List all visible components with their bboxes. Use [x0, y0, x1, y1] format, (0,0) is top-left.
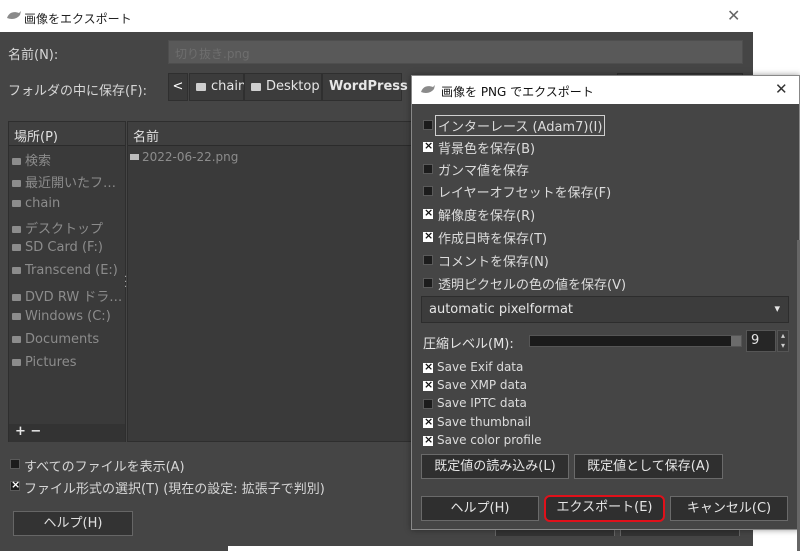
file-list: 名前 2022-06-22.png: [127, 121, 413, 442]
help-button[interactable]: ヘルプ(H): [421, 496, 539, 521]
drive-icon: [12, 267, 21, 274]
close-icon[interactable]: ✕: [727, 6, 740, 25]
place-windows[interactable]: Windows (C:): [12, 309, 127, 324]
load-defaults-button[interactable]: 既定値の読み込み(L): [421, 454, 569, 479]
checkbox[interactable]: [423, 278, 433, 288]
folder-icon: [12, 336, 21, 343]
checkbox[interactable]: [423, 415, 433, 428]
png-dialog-title: 画像を PNG でエクスポート: [441, 85, 594, 99]
checkbox[interactable]: [423, 255, 433, 265]
filetype-expander[interactable]: [10, 478, 20, 491]
places-panel: 場所(P) 検索 最近開いたフ… chain デスクトップ SD Card (F…: [8, 121, 126, 442]
gimp-icon: [421, 85, 435, 93]
png-dialog-titlebar: 画像を PNG でエクスポート ✕: [412, 76, 799, 104]
name-column-header[interactable]: 名前: [128, 122, 413, 146]
checkbox[interactable]: [423, 433, 433, 446]
place-recent[interactable]: 最近開いたフ…: [12, 172, 127, 191]
close-icon[interactable]: ✕: [775, 80, 788, 98]
compression-value-input[interactable]: 9: [746, 330, 776, 352]
recent-icon: [12, 180, 21, 187]
checkbox[interactable]: [423, 206, 433, 219]
gimp-icon: [7, 11, 21, 19]
background-area: [228, 546, 753, 551]
path-back-button[interactable]: <: [168, 73, 188, 101]
checkbox[interactable]: [423, 164, 433, 174]
export-button[interactable]: エクスポート(E): [544, 495, 665, 522]
save-defaults-button[interactable]: 既定値として保存(A): [574, 454, 723, 479]
checkbox[interactable]: [423, 186, 433, 196]
filetype-label[interactable]: ファイル形式の選択(T) (現在の設定: 拡張子で判別): [24, 478, 325, 497]
export-dialog-titlebar: 画像をエクスポート ✕: [0, 0, 753, 32]
checkbox[interactable]: [423, 399, 433, 409]
folder-icon: [12, 359, 21, 366]
folder-icon: [12, 226, 21, 233]
compression-slider[interactable]: [529, 335, 742, 347]
spin-buttons[interactable]: ▴ ▾: [777, 330, 789, 352]
slider-handle[interactable]: [731, 336, 741, 346]
places-header[interactable]: 場所(P): [9, 122, 125, 146]
checkbox[interactable]: [423, 378, 433, 391]
checkbox[interactable]: [423, 229, 433, 242]
folder-icon: [196, 83, 206, 91]
show-all-files-checkbox[interactable]: [10, 459, 20, 469]
add-remove-bookmark[interactable]: + −: [9, 424, 125, 442]
cancel-button[interactable]: キャンセル(C): [670, 496, 788, 521]
folder-icon: [251, 83, 261, 91]
drive-icon: [12, 244, 21, 251]
png-export-dialog: 画像を PNG でエクスポート ✕ インターレース (Adam7)(I) 背景色…: [411, 75, 800, 530]
chevron-down-icon: ▾: [774, 302, 780, 315]
image-file-icon: [130, 154, 139, 160]
name-label: 名前(N):: [8, 48, 59, 63]
crumb-wordpress[interactable]: WordPress: [322, 73, 408, 101]
place-transcend[interactable]: Transcend (E:): [12, 263, 127, 278]
filename-input[interactable]: 切り抜き.png: [168, 40, 743, 64]
disc-icon: [12, 294, 21, 301]
place-desktop[interactable]: デスクトップ: [12, 218, 127, 237]
file-row[interactable]: 2022-06-22.png: [130, 150, 238, 164]
outer-help-button[interactable]: ヘルプ(H): [13, 511, 133, 536]
drive-icon: [12, 313, 21, 320]
export-dialog-title: 画像をエクスポート: [24, 12, 132, 26]
folder-label: フォルダの中に保存(F):: [8, 84, 148, 99]
checkbox[interactable]: [423, 139, 433, 152]
search-icon: [12, 158, 21, 165]
folder-icon: [12, 200, 21, 207]
pixel-format-select[interactable]: automatic pixelformat ▾: [421, 296, 789, 323]
place-search[interactable]: 検索: [12, 150, 127, 169]
background-area: [753, 0, 800, 75]
place-sd-card[interactable]: SD Card (F:): [12, 240, 127, 255]
place-dvd[interactable]: DVD RW ドラ…: [12, 286, 127, 305]
place-pictures[interactable]: Pictures: [12, 355, 127, 370]
compression-label: 圧縮レベル(M):: [423, 337, 514, 352]
crumb-chain[interactable]: chain: [189, 73, 246, 101]
place-chain[interactable]: chain: [12, 196, 127, 211]
checkbox[interactable]: [423, 360, 433, 373]
compression-slider-fill: [530, 336, 741, 346]
show-all-files-label: すべてのファイルを表示(A): [24, 460, 185, 475]
crumb-desktop[interactable]: Desktop: [244, 73, 322, 101]
place-documents[interactable]: Documents: [12, 332, 127, 347]
checkbox[interactable]: [423, 120, 433, 130]
